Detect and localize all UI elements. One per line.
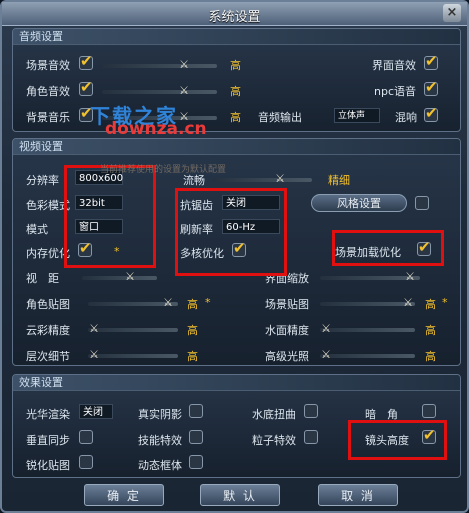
bloom-select[interactable]: 关闭: [79, 404, 113, 419]
water-slider[interactable]: [320, 328, 415, 332]
char-tex-star: *: [205, 296, 211, 309]
particle-label: 粒子特效: [252, 434, 296, 447]
watermark-faint-text: 当前推荐使用的设置为默认配置: [100, 165, 227, 175]
char-tex-slider[interactable]: [88, 302, 178, 306]
effects-section-header: 效果设置: [13, 375, 460, 391]
skill-fx-label: 技能特效: [138, 434, 182, 447]
dark-corner-checkbox[interactable]: [422, 404, 436, 418]
water-distort-checkbox[interactable]: [304, 404, 318, 418]
ok-button[interactable]: 确 定: [84, 484, 164, 506]
annotation-box-effects: [348, 420, 447, 460]
slider-thumb-icon[interactable]: [320, 349, 332, 361]
reverb-checkbox[interactable]: [424, 104, 438, 122]
slider-thumb-icon[interactable]: [88, 323, 100, 335]
cloud-value: 高: [187, 324, 198, 337]
hdr-label: 高级光照: [265, 350, 309, 363]
slider-thumb-icon[interactable]: [274, 173, 286, 185]
bloom-label: 光华渲染: [26, 408, 70, 421]
cloud-slider[interactable]: [88, 328, 178, 332]
ui-sfx-label: 界面音效: [372, 59, 416, 72]
char-sfx-checkbox[interactable]: [79, 78, 93, 96]
scene-tex-value: 高: [425, 298, 436, 311]
mode-label: 模式: [26, 223, 48, 236]
hdr-value: 高: [425, 350, 436, 363]
default-button[interactable]: 默 认: [200, 484, 280, 506]
fine-label: 精细: [328, 174, 350, 187]
resolution-label: 分辨率: [26, 174, 59, 187]
cloud-label: 云彩精度: [26, 324, 70, 337]
scene-sfx-checkbox[interactable]: [79, 52, 93, 70]
vsync-checkbox[interactable]: [79, 430, 93, 444]
slider-thumb-icon[interactable]: [124, 271, 136, 283]
annotation-box-right: [332, 230, 444, 266]
lod-label: 层次细节: [26, 350, 70, 363]
slider-thumb-icon[interactable]: [404, 271, 416, 283]
style-settings-button[interactable]: 风格设置: [311, 194, 407, 212]
water-label: 水面精度: [265, 324, 309, 337]
slider-thumb-icon[interactable]: [320, 323, 332, 335]
lod-value: 高: [187, 350, 198, 363]
scene-sfx-value: 高: [230, 59, 241, 72]
particle-checkbox[interactable]: [304, 430, 318, 444]
dyn-frame-label: 动态框体: [138, 459, 182, 472]
scene-sfx-slider[interactable]: [102, 64, 217, 68]
hdr-slider[interactable]: [320, 354, 415, 358]
scene-sfx-label: 场景音效: [26, 59, 70, 72]
style-checkbox[interactable]: [415, 196, 429, 210]
skill-fx-checkbox[interactable]: [189, 430, 203, 444]
vsync-label: 垂直同步: [26, 434, 70, 447]
scene-tex-star: *: [442, 296, 448, 309]
slider-thumb-icon[interactable]: [88, 349, 100, 361]
annotation-box-middle: [175, 188, 287, 276]
scene-tex-slider[interactable]: [320, 302, 415, 306]
slider-thumb-icon[interactable]: [162, 297, 174, 309]
view-distance-slider[interactable]: [82, 276, 157, 280]
window-title: 系统设置: [208, 10, 261, 25]
char-sfx-slider[interactable]: [102, 90, 217, 94]
video-section-header: 视频设置: [13, 139, 460, 155]
sharpen-label: 锐化贴图: [26, 459, 70, 472]
audio-output-label: 音频输出: [258, 111, 302, 124]
slider-thumb-icon[interactable]: [402, 297, 414, 309]
settings-window: 系统设置 × 音频设置 场景音效 高 界面音效 角色音效 高 npc语音 背景音…: [0, 0, 469, 513]
water-distort-label: 水底扭曲: [252, 408, 296, 421]
annotation-box-left: [64, 165, 156, 268]
npc-voice-checkbox[interactable]: [424, 78, 438, 96]
audio-output-select[interactable]: 立体声: [334, 108, 380, 123]
quality-slider[interactable]: [212, 178, 312, 182]
char-sfx-label: 角色音效: [26, 85, 70, 98]
water-value: 高: [425, 324, 436, 337]
close-button[interactable]: ×: [443, 4, 461, 22]
cancel-button[interactable]: 取 消: [318, 484, 398, 506]
dyn-frame-checkbox[interactable]: [189, 455, 203, 469]
bgm-label: 背景音乐: [26, 111, 70, 124]
lod-slider[interactable]: [88, 354, 178, 358]
reverb-label: 混响: [395, 111, 417, 124]
slider-thumb-icon[interactable]: [178, 85, 190, 97]
audio-section-header: 音频设置: [13, 29, 460, 45]
sharpen-checkbox[interactable]: [79, 455, 93, 469]
char-tex-value: 高: [187, 298, 198, 311]
slider-thumb-icon[interactable]: [178, 59, 190, 71]
shadow-label: 真实阴影: [138, 408, 182, 421]
title-bar[interactable]: 系统设置 ×: [2, 2, 467, 26]
watermark-url: downza.cn: [105, 119, 207, 139]
view-distance-label: 视 距: [26, 272, 59, 285]
char-sfx-value: 高: [230, 85, 241, 98]
ui-scale-slider[interactable]: [320, 276, 420, 280]
bgm-value: 高: [230, 111, 241, 124]
char-tex-label: 角色贴图: [26, 298, 70, 311]
shadow-checkbox[interactable]: [189, 404, 203, 418]
scene-tex-label: 场景贴图: [265, 298, 309, 311]
npc-voice-label: npc语音: [374, 85, 417, 98]
ui-sfx-checkbox[interactable]: [424, 52, 438, 70]
